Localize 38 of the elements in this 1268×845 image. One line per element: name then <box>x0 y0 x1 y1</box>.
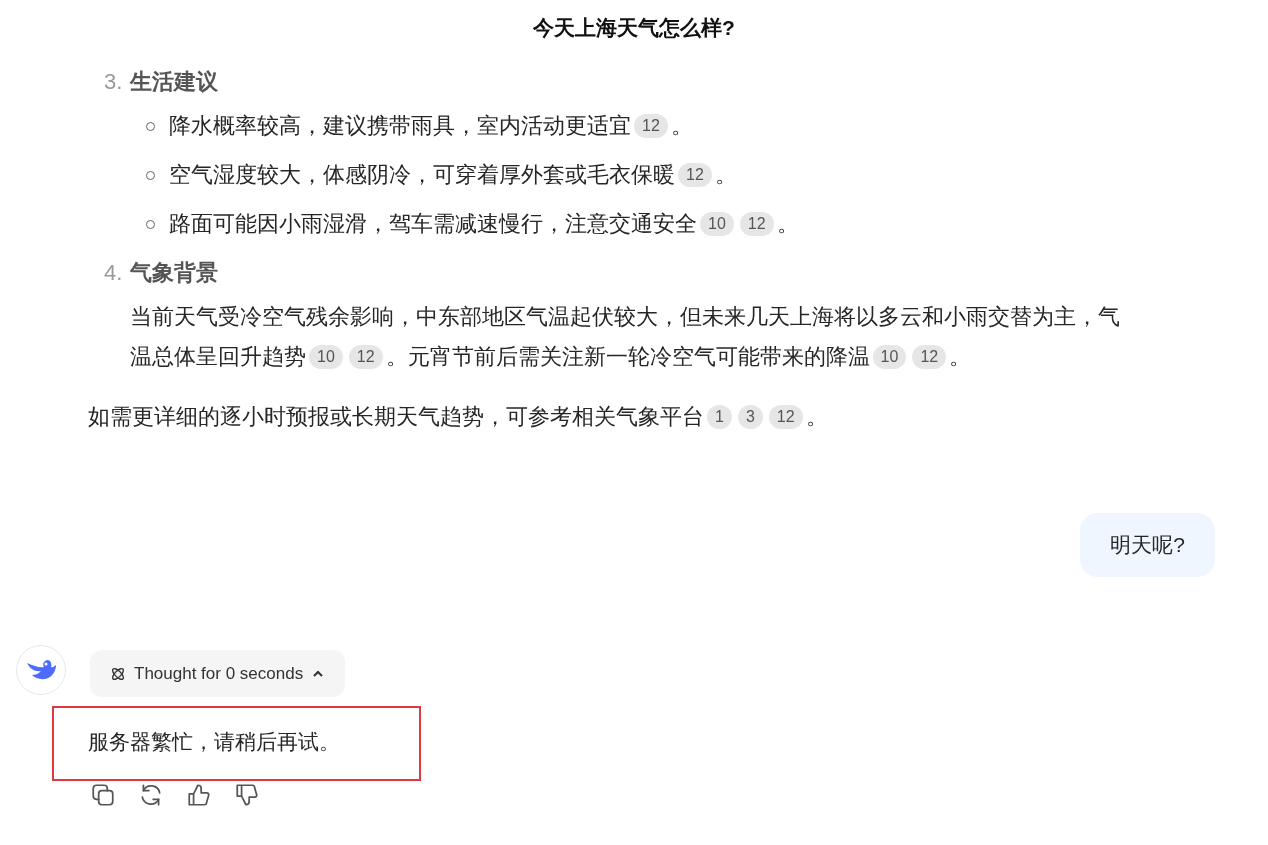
body-text: 路面可能因小雨湿滑，驾车需减速慢行，注意交通安全 <box>169 211 697 236</box>
conversation-title: 今天上海天气怎么样? <box>533 16 735 39</box>
reply-text: 服务器繁忙，请稍后再试。 <box>88 729 340 755</box>
citation-link[interactable]: 10 <box>872 345 907 369</box>
atom-icon <box>110 665 126 682</box>
section-heading: 生活建议 <box>130 68 218 96</box>
citation-link[interactable]: 10 <box>700 212 734 236</box>
citation-link[interactable]: 12 <box>912 345 947 369</box>
list-number: 3. <box>104 68 124 96</box>
body-text: 空气湿度较大，体感阴冷，可穿着厚外套或毛衣保暖 <box>169 162 675 187</box>
body-text: 。 <box>714 162 737 187</box>
copy-button[interactable] <box>90 782 116 808</box>
citation-link[interactable]: 12 <box>739 212 774 236</box>
section-heading: 气象背景 <box>130 259 218 287</box>
thought-toggle[interactable]: Thought for 0 seconds <box>90 650 346 697</box>
citation-link[interactable]: 3 <box>737 405 763 429</box>
body-text: 温总体呈回升趋势 <box>130 344 306 369</box>
body-text: 。 <box>805 404 828 429</box>
body-text: 。 <box>776 211 799 236</box>
citation-link[interactable]: 12 <box>768 405 803 429</box>
citation-link[interactable]: 12 <box>348 345 383 369</box>
citation-link[interactable]: 12 <box>678 163 712 187</box>
body-text: 。 <box>949 344 972 369</box>
thumbs-down-button[interactable] <box>234 782 260 808</box>
citation-link[interactable]: 1 <box>707 405 732 429</box>
user-message: 明天呢? <box>1110 532 1185 559</box>
citation-link[interactable]: 12 <box>634 114 668 138</box>
copy-icon <box>90 782 116 808</box>
body-text: 。元宵节前后需关注新一轮冷空气可能带来的降温 <box>385 344 870 369</box>
thumbs-up-button[interactable] <box>186 782 212 808</box>
list-number: 4. <box>104 259 124 287</box>
thumbs-up-icon <box>186 782 212 808</box>
body-text: 降水概率较高，建议携带雨具，室内活动更适宜 <box>169 113 631 138</box>
thumbs-down-icon <box>234 782 260 808</box>
citation-link[interactable]: 10 <box>309 345 343 369</box>
body-text: 。 <box>670 113 693 138</box>
body-text: 当前天气受冷空气残余影响，中东部地区气温起伏较大，但未来几天上海将以多云和小雨交替为主，气 <box>130 304 1120 329</box>
body-text: 如需更详细的逐小时预报或长期天气趋势，可参考相关气象平台 <box>88 404 704 429</box>
